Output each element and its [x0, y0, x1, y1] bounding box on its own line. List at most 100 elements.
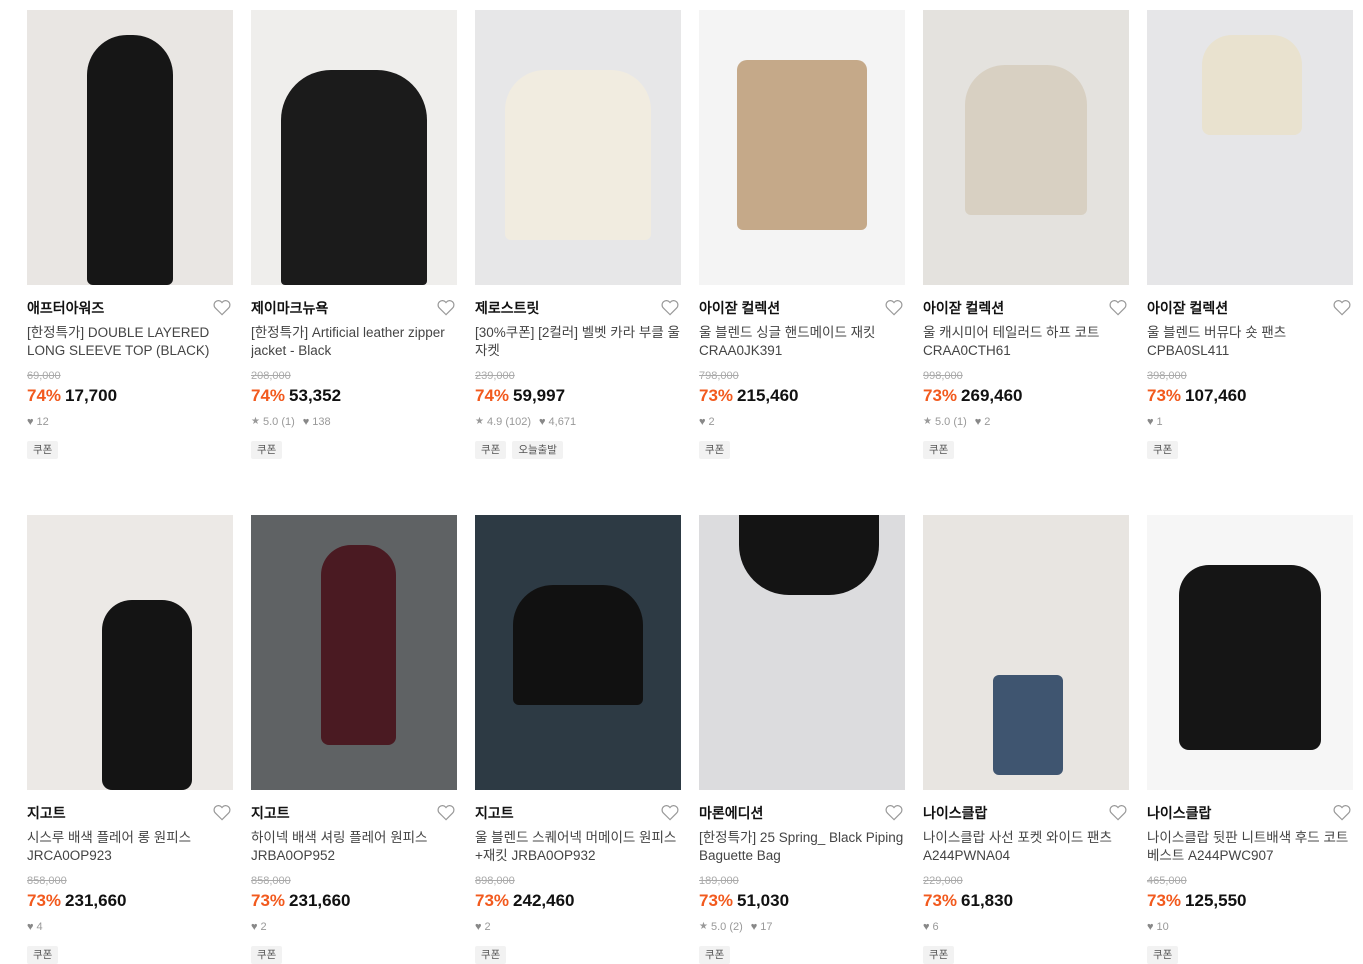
sale-price: 215,460 — [737, 386, 799, 405]
heart-icon[interactable] — [1109, 804, 1129, 822]
brand-name[interactable]: 나이스클랍 — [1147, 804, 1353, 822]
tag-list: 쿠폰 — [251, 441, 457, 459]
product-card[interactable]: 제로스트릿 [30%쿠폰] [2컬러] 벨벳 카라 부클 울 자켓 239,00… — [475, 10, 681, 459]
brand-name[interactable]: 지고트 — [475, 804, 681, 822]
product-card[interactable]: 아이잗 컬렉션 울 캐시미어 테일러드 하프 코트 CRAA0CTH61 998… — [923, 10, 1129, 459]
product-card[interactable]: 지고트 울 블렌드 스퀘어넥 머메이드 원피스+재킷 JRBA0OP932 89… — [475, 515, 681, 964]
brand-name[interactable]: 제이마크뉴욕 — [251, 299, 457, 317]
heart-icon[interactable] — [213, 299, 233, 317]
heart-icon[interactable] — [437, 299, 457, 317]
product-figure — [965, 65, 1087, 215]
product-name[interactable]: 시스루 배색 플레어 롱 원피스 JRCA0OP923 — [27, 829, 233, 865]
tag-list: 쿠폰 — [923, 946, 1129, 964]
tag-list: 쿠폰 오늘출발 — [475, 441, 681, 459]
product-image[interactable] — [923, 515, 1129, 790]
product-card[interactable]: 나이스클랍 나이스클랍 뒷판 니트배색 후드 코트베스트 A244PWC907 … — [1147, 515, 1353, 964]
product-card[interactable]: 제이마크뉴욕 [한정특가] Artificial leather zipper … — [251, 10, 457, 459]
product-name[interactable]: 울 블렌드 싱글 핸드메이드 재킷 CRAA0JK391 — [699, 324, 905, 360]
brand-name[interactable]: 제로스트릿 — [475, 299, 681, 317]
original-price: 229,000 — [923, 875, 963, 887]
product-image[interactable] — [1147, 10, 1353, 285]
product-name[interactable]: [한정특가] 25 Spring_ Black Piping Baguette … — [699, 829, 905, 865]
product-name[interactable]: 울 캐시미어 테일러드 하프 코트 CRAA0CTH61 — [923, 324, 1129, 360]
original-price: 208,000 — [251, 370, 291, 382]
brand-name[interactable]: 아이잗 컬렉션 — [1147, 299, 1353, 317]
product-image[interactable] — [27, 10, 233, 285]
likes: ♥ 4 — [27, 920, 43, 934]
brand-name[interactable]: 지고트 — [27, 804, 233, 822]
brand-name[interactable]: 나이스클랍 — [923, 804, 1129, 822]
product-image[interactable] — [251, 515, 457, 790]
likes-count: 10 — [1156, 921, 1169, 933]
sale-price: 125,550 — [1185, 891, 1247, 910]
heart-filled-icon: ♥ — [699, 416, 706, 428]
product-name[interactable]: 나이스클랍 뒷판 니트배색 후드 코트베스트 A244PWC907 — [1147, 829, 1353, 865]
product-card[interactable]: 마론에디션 [한정특가] 25 Spring_ Black Piping Bag… — [699, 515, 905, 964]
product-image[interactable] — [699, 10, 905, 285]
product-figure — [513, 585, 643, 705]
product-name[interactable]: [30%쿠폰] [2컬러] 벨벳 카라 부클 울 자켓 — [475, 324, 681, 360]
product-image[interactable] — [475, 515, 681, 790]
heart-icon[interactable] — [885, 299, 905, 317]
price-line: 74% 59,997 — [475, 385, 681, 407]
product-name[interactable]: 울 블렌드 스퀘어넥 머메이드 원피스+재킷 JRBA0OP932 — [475, 829, 681, 865]
heart-icon[interactable] — [1333, 804, 1353, 822]
product-figure — [321, 545, 396, 745]
product-name[interactable]: [한정특가] DOUBLE LAYERED LONG SLEEVE TOP (B… — [27, 324, 233, 360]
brand-name[interactable]: 아이잗 컬렉션 — [923, 299, 1129, 317]
tag-badge: 쿠폰 — [475, 441, 507, 459]
brand-name[interactable]: 마론에디션 — [699, 804, 905, 822]
brand-name[interactable]: 애프터아워즈 — [27, 299, 233, 317]
price-line: 73% 125,550 — [1147, 890, 1353, 912]
product-name[interactable]: 나이스클랍 사선 포켓 와이드 팬츠 A244PWNA04 — [923, 829, 1129, 865]
product-card[interactable]: 아이잗 컬렉션 울 블렌드 버뮤다 숏 팬츠 CPBA0SL411 398,00… — [1147, 10, 1353, 459]
product-image[interactable] — [1147, 515, 1353, 790]
brand-name[interactable]: 아이잗 컬렉션 — [699, 299, 905, 317]
heart-filled-icon: ♥ — [1147, 921, 1154, 933]
product-card[interactable]: 애프터아워즈 [한정특가] DOUBLE LAYERED LONG SLEEVE… — [27, 10, 233, 459]
tag-list: 쿠폰 — [475, 946, 681, 964]
tag-badge: 쿠폰 — [699, 441, 731, 459]
heart-icon[interactable] — [1109, 299, 1129, 317]
heart-filled-icon: ♥ — [539, 416, 546, 428]
product-figure — [739, 515, 879, 595]
likes-count: 2 — [260, 921, 267, 933]
original-price: 465,000 — [1147, 875, 1187, 887]
product-name[interactable]: [한정특가] Artificial leather zipper jacket … — [251, 324, 457, 360]
product-image[interactable] — [699, 515, 905, 790]
product-image[interactable] — [475, 10, 681, 285]
price-line: 74% 17,700 — [27, 385, 233, 407]
price-line: 73% 61,830 — [923, 890, 1129, 912]
product-card[interactable]: 아이잗 컬렉션 울 블렌드 싱글 핸드메이드 재킷 CRAA0JK391 798… — [699, 10, 905, 459]
heart-icon[interactable] — [213, 804, 233, 822]
product-card[interactable]: 지고트 하이넥 배색 셔링 플레어 원피스 JRBA0OP952 858,000… — [251, 515, 457, 964]
sale-price: 231,660 — [289, 891, 351, 910]
product-image[interactable] — [923, 10, 1129, 285]
original-price: 858,000 — [27, 875, 67, 887]
product-name[interactable]: 하이넥 배색 셔링 플레어 원피스 JRBA0OP952 — [251, 829, 457, 865]
product-image[interactable] — [251, 10, 457, 285]
tag-list: 쿠폰 — [251, 946, 457, 964]
sale-price: 107,460 — [1185, 386, 1247, 405]
likes: ♥ 6 — [923, 920, 939, 934]
product-card[interactable]: 나이스클랍 나이스클랍 사선 포켓 와이드 팬츠 A244PWNA04 229,… — [923, 515, 1129, 964]
product-row: 애프터아워즈 [한정특가] DOUBLE LAYERED LONG SLEEVE… — [27, 10, 1353, 459]
product-image[interactable] — [27, 515, 233, 790]
rating-value: 4.9 (102) — [486, 416, 531, 428]
heart-filled-icon: ♥ — [974, 416, 982, 428]
heart-icon[interactable] — [437, 804, 457, 822]
product-figure — [993, 675, 1063, 775]
price-line: 73% 215,460 — [699, 385, 905, 407]
product-figure — [505, 70, 651, 240]
tag-badge: 오늘출발 — [512, 441, 563, 459]
tag-list: 쿠폰 — [923, 441, 1129, 459]
heart-icon[interactable] — [661, 804, 681, 822]
heart-icon[interactable] — [661, 299, 681, 317]
heart-icon[interactable] — [885, 804, 905, 822]
brand-name[interactable]: 지고트 — [251, 804, 457, 822]
discount-rate: 73% — [1147, 891, 1182, 910]
product-name[interactable]: 울 블렌드 버뮤다 숏 팬츠 CPBA0SL411 — [1147, 324, 1353, 360]
heart-icon[interactable] — [1333, 299, 1353, 317]
product-card[interactable]: 지고트 시스루 배색 플레어 롱 원피스 JRCA0OP923 858,000 … — [27, 515, 233, 964]
original-price: 898,000 — [475, 875, 515, 887]
